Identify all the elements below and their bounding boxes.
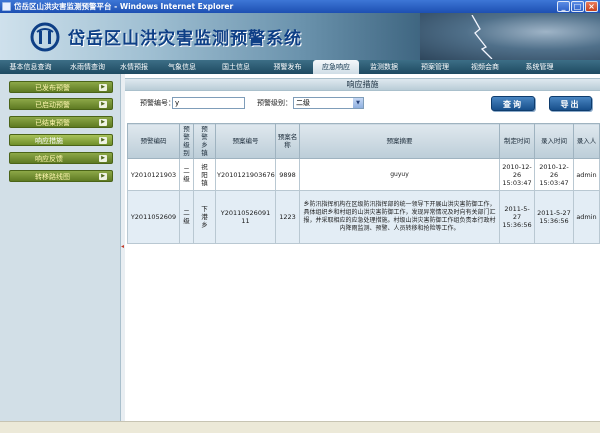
cell-level: 二级 [179,190,194,244]
cell-town: 祝阳镇 [193,158,216,191]
sidebar-item-evacuation-routes[interactable]: 转移路线图 ▶ [9,170,113,182]
cell-create-time: 2011-5-27 15:36:56 [499,190,535,244]
sidebar-item-started-warnings[interactable]: 已启动预警 ▶ [9,98,113,110]
maximize-button[interactable]: □ [571,1,584,12]
warning-code-input[interactable]: y [172,97,245,109]
cell-plan-code: Y20110526091 11 [215,190,276,244]
main-content: 响应措施 预警编号： y 预警级别： 二级 ▼ 查询 导出 预警编码 预警级别 … [125,74,600,421]
sidebar-item-label: 转移路线图 [35,173,70,181]
window-title: 岱岳区山洪灾害监测预警平台 - Windows Internet Explore… [14,2,234,11]
sidebar-item-label: 已发布预警 [35,84,70,92]
cell-entry-person: admin [573,190,600,244]
cell-entry-person: admin [573,158,600,191]
table-header-row: 预警编码 预警级别 预警乡镇 预案编号 预案名称 预案摘要 制定时间 录入时间 … [127,123,600,159]
sidebar-item-published-warnings[interactable]: 已发布预警 ▶ [9,81,113,93]
query-button[interactable]: 查询 [491,96,535,111]
cell-code-link[interactable]: Y2011052609 [127,190,180,244]
nav-land-info[interactable]: 国土信息 [210,60,262,74]
storm-sky-image [420,13,600,60]
nav-video-meeting[interactable]: 视频会商 [461,60,509,74]
collapse-arrow-icon[interactable]: ◂ [121,244,124,250]
col-header-code: 预警编码 [127,123,180,159]
table-row[interactable]: Y2011052609 二级 下港乡 Y20110526091 11 1223 … [127,190,600,244]
minimize-button[interactable]: _ [557,1,570,12]
nav-rain-query[interactable]: 水雨情查询 [61,60,114,74]
nav-warning-publish[interactable]: 预警发布 [262,60,313,74]
warning-level-value: 二级 [296,99,310,107]
page-title: 响应措施 [125,78,600,91]
col-header-entry-time: 录入时间 [534,123,574,159]
status-bar [0,421,600,433]
sidebar-item-ended-warnings[interactable]: 已结束预警 ▶ [9,116,113,128]
col-header-create-time: 制定时间 [499,123,535,159]
nav-weather-info[interactable]: 气象信息 [154,60,210,74]
col-header-town: 预警乡镇 [193,123,216,159]
sidebar: 已发布预警 ▶ 已启动预警 ▶ 已结束预警 ▶ 响应措施 ▶ 响应反馈 ▶ 转移… [0,74,121,421]
cell-entry-time: 2010-12-26 15:03:47 [534,158,574,191]
ie-icon [2,2,11,11]
cell-plan-name: 9898 [275,158,300,191]
chevron-right-icon: ▶ [99,173,107,180]
cell-entry-time: 2011-5-27 15:36:56 [534,190,574,244]
chevron-right-icon: ▶ [99,119,107,126]
sidebar-item-label: 响应反馈 [35,155,63,163]
header-banner: 岱岳区山洪灾害监测预警系统 [0,13,600,60]
sidebar-item-label: 已启动预警 [35,101,70,109]
cell-summary: guyuy [299,158,500,191]
cell-create-time: 2010-12-26 15:03:47 [499,158,535,191]
cell-plan-name: 1223 [275,190,300,244]
col-header-plan-name: 预案名称 [275,123,300,159]
chevron-down-icon: ▼ [353,98,363,108]
cell-code-link[interactable]: Y2010121903 [127,158,180,191]
sidebar-item-response-measures[interactable]: 响应措施 ▶ [9,134,113,146]
col-header-summary: 预案摘要 [299,123,500,159]
cell-summary: 乡防汛指挥机构在区级防汛指挥部的统一领导下开展山洪灾害防御工作，具体组织乡和村组… [299,190,500,244]
nav-plan-management[interactable]: 预案管理 [409,60,461,74]
col-header-level: 预警级别 [179,123,194,159]
nav-basic-info[interactable]: 基本信息查询 [0,60,61,74]
results-table: 预警编码 预警级别 预警乡镇 预案编号 预案名称 预案摘要 制定时间 录入时间 … [127,123,600,244]
sidebar-item-label: 已结束预警 [35,119,70,127]
cell-town: 下港乡 [193,190,216,244]
sidebar-item-label: 响应措施 [35,137,63,145]
warning-level-select[interactable]: 二级 ▼ [293,97,364,109]
window-controls: _ □ × [557,1,598,12]
cell-plan-code: Y20101219036765 [215,158,276,191]
chevron-right-icon: ▶ [99,101,107,108]
nav-monitor-data[interactable]: 监测数据 [359,60,409,74]
window-title-bar: 岱岳区山洪灾害监测预警平台 - Windows Internet Explore… [0,0,600,13]
nav-water-forecast[interactable]: 水情预报 [114,60,154,74]
search-bar: 预警编号： y 预警级别： 二级 ▼ 查询 导出 [125,94,600,112]
chevron-right-icon: ▶ [99,155,107,162]
sidebar-item-response-feedback[interactable]: 响应反馈 ▶ [9,152,113,164]
table-row[interactable]: Y2010121903 二级 祝阳镇 Y20101219036765 9898 … [127,158,600,191]
nav-system-management[interactable]: 系统管理 [509,60,570,74]
cell-level: 二级 [179,158,194,191]
warning-code-label: 预警编号： [140,99,175,107]
main-nav: 基本信息查询 水雨情查询 水情预报 气象信息 国土信息 预警发布 应急响应 监测… [0,60,600,74]
chevron-right-icon: ▶ [99,137,107,144]
warning-level-label: 预警级别： [257,99,292,107]
export-button[interactable]: 导出 [549,96,592,111]
system-title: 岱岳区山洪灾害监测预警系统 [68,29,302,49]
col-header-plan-code: 预案编号 [215,123,276,159]
col-header-entry-person: 录入人 [573,123,600,159]
nav-emergency-response[interactable]: 应急响应 [313,60,359,74]
lightning-icon [471,15,493,59]
chevron-right-icon: ▶ [99,84,107,91]
close-button[interactable]: × [585,1,598,12]
logo-icon [30,22,60,52]
